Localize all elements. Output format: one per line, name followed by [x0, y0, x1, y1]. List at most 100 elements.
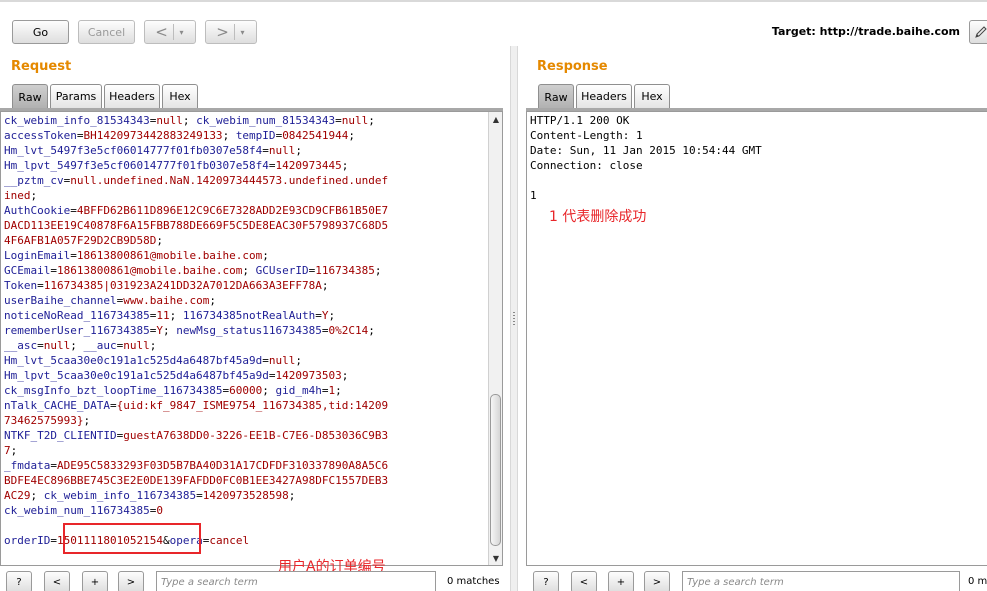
request-tab-headers[interactable]: Headers: [104, 84, 160, 108]
response-tab-headers[interactable]: Headers: [576, 84, 632, 108]
param-name: gid_m4h: [275, 384, 322, 397]
punctuation: =: [109, 399, 117, 412]
param-value: null: [156, 114, 183, 127]
param-value: guestA7638DD0-3226-EE1B-C7E6-D853036C9B3: [123, 429, 389, 442]
punctuation: =: [315, 309, 322, 322]
param-value: cancel: [209, 534, 250, 547]
param-value: 4F6AFB1A057F29D2CB9D58D: [4, 234, 157, 247]
punctuation: ;: [242, 264, 256, 277]
request-tab-raw[interactable]: Raw: [12, 84, 48, 109]
param-value: 0842541944: [282, 129, 349, 142]
punctuation: =: [335, 114, 342, 127]
response-raw-text[interactable]: HTTP/1.1 200 OK Content-Length: 1 Date: Su…: [530, 113, 987, 203]
punctuation: =: [37, 279, 44, 292]
param-value: null: [123, 339, 150, 352]
param-value: 60000: [229, 384, 263, 397]
punctuation: =: [262, 354, 269, 367]
request-editor[interactable]: ck_webim_info_81534343=null; ck_webim_nu…: [0, 111, 503, 566]
punctuation: ;: [209, 294, 216, 307]
response-line: Content-Length: 1: [530, 129, 643, 142]
param-name: GCUserID: [255, 264, 309, 277]
splitter-grip-icon[interactable]: [513, 312, 515, 326]
param-value: 7: [4, 444, 11, 457]
param-value: null: [43, 339, 71, 352]
history-forward-button[interactable]: > ▾: [205, 20, 257, 44]
request-raw-text[interactable]: ck_webim_info_81534343=null; ck_webim_nu…: [4, 113, 489, 548]
param-value: 1420973445: [275, 159, 342, 172]
param-value: BDFE4EC896BBE745C3E2E0DE139FAFDD0FC0B1EE…: [4, 474, 389, 487]
param-value: 1420973528598: [202, 489, 289, 502]
response-editor[interactable]: HTTP/1.1 200 OK Content-Length: 1 Date: Su…: [526, 111, 987, 566]
param-name: noticeNoRead_116734385: [4, 309, 150, 322]
response-tab-hex[interactable]: Hex: [634, 84, 670, 108]
go-button[interactable]: Go: [12, 20, 69, 44]
param-value: null: [341, 114, 369, 127]
param-value: 0%2C14: [328, 324, 369, 337]
param-value: null: [268, 354, 296, 367]
request-search-input[interactable]: [156, 571, 436, 591]
request-search-help-button[interactable]: ?: [6, 571, 32, 591]
param-value: 0: [156, 504, 163, 517]
param-value: AC29: [4, 489, 31, 502]
param-value: Y: [321, 309, 329, 322]
request-line: Hm_lvt_5497f3e5cf06014777f01fb0307e58f4=…: [4, 143, 489, 158]
request-pane-title: Request: [11, 59, 72, 74]
param-value: BH1420973442883249133: [83, 129, 223, 142]
request-line: ck_msgInfo_bzt_loopTime_116734385 = 60000;…: [4, 383, 489, 398]
pane-splitter[interactable]: [510, 46, 518, 591]
param-name: Hm_lvt_5497f3e5cf06014777f01fb0307e58f4: [4, 144, 263, 157]
response-search-help-button[interactable]: ?: [533, 571, 559, 591]
request-line: nTalk_CACHE_DATA={uid:kf_9847_ISME9754_1…: [4, 398, 489, 413]
response-search-next-button[interactable]: >: [644, 571, 670, 591]
dropdown-arrow-icon[interactable]: ▾: [235, 28, 251, 37]
punctuation: ;: [341, 159, 349, 172]
param-name: accessToken: [4, 129, 77, 142]
response-search-prev-button[interactable]: <: [571, 571, 597, 591]
param-name: ck_webim_num_81534343: [196, 114, 336, 127]
param-value: ined: [4, 189, 31, 202]
cancel-button[interactable]: Cancel: [78, 20, 135, 44]
param-name: Hm_lvt_5caa30e0c191a1c525d4a6487bf45a9d: [4, 354, 263, 367]
punctuation: ;: [10, 444, 18, 457]
target-host-label: Target: http://trade.baihe.com: [771, 25, 960, 38]
dropdown-arrow-icon[interactable]: ▾: [174, 28, 190, 37]
chevron-left-icon: <: [155, 23, 168, 41]
param-value: Y: [156, 324, 163, 337]
param-value: 18613800861@mobile.baihe.com: [76, 249, 263, 262]
scroll-up-arrow-icon[interactable]: ▲: [489, 112, 502, 126]
history-back-button[interactable]: < ▾: [144, 20, 196, 44]
delete-success-annotation: 1 代表删除成功: [549, 209, 647, 225]
request-search-next-plus-button[interactable]: +: [82, 571, 108, 591]
response-line: 1: [530, 189, 537, 202]
request-line: __pztm_cv=null.undefined.NaN.14209734445…: [4, 173, 489, 188]
punctuation: ;: [374, 264, 382, 277]
request-line: __asc=null; __auc=null;: [4, 338, 489, 353]
punctuation: ;: [295, 354, 303, 367]
request-line: GCEmail=18613800861@mobile.baihe.com; GC…: [4, 263, 489, 278]
response-search-input[interactable]: [682, 571, 960, 591]
punctuation: =: [50, 534, 57, 547]
request-search-prev-button[interactable]: <: [44, 571, 70, 591]
request-line: _fmdata=ADE95C5833293F03D5B7BA40D31A17CD…: [4, 458, 489, 473]
punctuation: ;: [169, 309, 183, 322]
request-scrollbar[interactable]: ▲ ▼: [488, 112, 502, 565]
response-search-matches: 0 m: [968, 576, 987, 587]
response-search-next-plus-button[interactable]: +: [608, 571, 634, 591]
request-tab-hex[interactable]: Hex: [162, 84, 198, 108]
request-scroll-thumb[interactable]: [490, 394, 501, 546]
param-name: GCEmail: [4, 264, 51, 277]
request-line: 4F6AFB1A057F29D2CB9D58D;: [4, 233, 489, 248]
param-value: 18613800861@mobile.baihe.com: [56, 264, 243, 277]
request-line: LoginEmail=18613800861@mobile.baihe.com;: [4, 248, 489, 263]
request-search-next-button[interactable]: >: [118, 571, 144, 591]
param-name: tempID: [235, 129, 276, 142]
request-line: ck_webim_num_116734385=0: [4, 503, 489, 518]
request-tab-params[interactable]: Params: [50, 84, 102, 108]
request-line: NTKF_T2D_CLIENTID=guestA7638DD0-3226-EE1…: [4, 428, 489, 443]
scroll-down-arrow-icon[interactable]: ▼: [489, 551, 502, 565]
edit-target-button[interactable]: [969, 20, 987, 44]
punctuation: ;: [328, 309, 336, 322]
response-tab-raw[interactable]: Raw: [538, 84, 574, 109]
param-value: 116734385: [315, 264, 375, 277]
punctuation: ;: [156, 234, 163, 247]
